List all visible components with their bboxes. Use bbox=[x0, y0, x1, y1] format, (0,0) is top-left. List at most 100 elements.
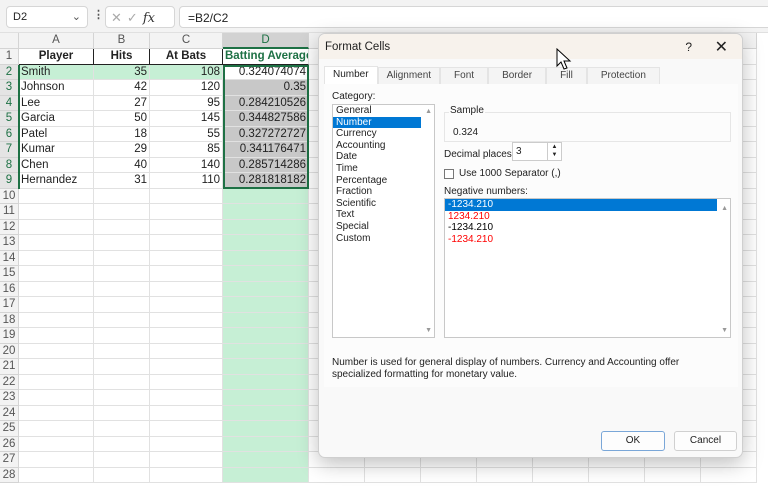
cell-D18[interactable] bbox=[223, 312, 309, 328]
cell-C26[interactable] bbox=[150, 436, 223, 452]
row-header-22[interactable]: 22 bbox=[0, 374, 19, 390]
negative-format-option[interactable]: -1234.210 bbox=[445, 234, 717, 246]
cell-C28[interactable] bbox=[150, 467, 223, 483]
cell-C19[interactable] bbox=[150, 328, 223, 344]
row-header-27[interactable]: 27 bbox=[0, 452, 19, 468]
row-header-6[interactable]: 6 bbox=[0, 126, 19, 142]
spin-arrows-icon[interactable]: ▲ ▼ bbox=[547, 143, 561, 160]
cell-F28[interactable] bbox=[365, 467, 421, 483]
cell-B16[interactable] bbox=[94, 281, 150, 297]
category-scientific[interactable]: Scientific bbox=[333, 198, 421, 210]
cell-B10[interactable] bbox=[94, 188, 150, 204]
cell-D17[interactable] bbox=[223, 297, 309, 313]
category-custom[interactable]: Custom bbox=[333, 233, 421, 245]
row-header-7[interactable]: 7 bbox=[0, 142, 19, 158]
cell-A1[interactable]: Player bbox=[19, 49, 94, 65]
cell-A25[interactable] bbox=[19, 421, 94, 437]
enter-icon[interactable]: ✓ bbox=[127, 10, 143, 25]
row-header-13[interactable]: 13 bbox=[0, 235, 19, 251]
column-header-A[interactable]: A bbox=[19, 33, 94, 49]
cell-A10[interactable] bbox=[19, 188, 94, 204]
cell-B25[interactable] bbox=[94, 421, 150, 437]
cell-B1[interactable]: Hits bbox=[94, 49, 150, 65]
cell-A22[interactable] bbox=[19, 374, 94, 390]
category-special[interactable]: Special bbox=[333, 221, 421, 233]
cell-B19[interactable] bbox=[94, 328, 150, 344]
negative-format-option[interactable]: 1234.210 bbox=[445, 211, 717, 223]
scroll-down-icon[interactable]: ▼ bbox=[721, 327, 728, 334]
cell-C7[interactable]: 85 bbox=[150, 142, 223, 158]
cell-E28[interactable] bbox=[309, 467, 365, 483]
category-general[interactable]: General bbox=[333, 105, 421, 117]
cell-B5[interactable]: 50 bbox=[94, 111, 150, 127]
cell-C17[interactable] bbox=[150, 297, 223, 313]
cell-B27[interactable] bbox=[94, 452, 150, 468]
row-header-28[interactable]: 28 bbox=[0, 467, 19, 483]
cell-A23[interactable] bbox=[19, 390, 94, 406]
decimal-places-stepper[interactable]: 3 ▲ ▼ bbox=[512, 142, 562, 161]
scroll-up-icon[interactable]: ▲ bbox=[721, 205, 728, 212]
cell-C1[interactable]: At Bats bbox=[150, 49, 223, 65]
cell-G28[interactable] bbox=[421, 467, 477, 483]
column-header-D[interactable]: D bbox=[223, 33, 309, 49]
cancel-button[interactable]: Cancel bbox=[674, 431, 737, 451]
cell-B6[interactable]: 18 bbox=[94, 126, 150, 142]
row-header-19[interactable]: 19 bbox=[0, 328, 19, 344]
cell-B13[interactable] bbox=[94, 235, 150, 251]
cell-D23[interactable] bbox=[223, 390, 309, 406]
separator-checkbox[interactable] bbox=[444, 169, 454, 179]
close-button[interactable]: ✕ bbox=[715, 37, 728, 57]
row-header-16[interactable]: 16 bbox=[0, 281, 19, 297]
more-icon[interactable]: ⋮ bbox=[93, 8, 104, 21]
cell-C12[interactable] bbox=[150, 219, 223, 235]
cell-B21[interactable] bbox=[94, 359, 150, 375]
chevron-down-icon[interactable]: ⌄ bbox=[72, 10, 81, 23]
cell-D1[interactable]: Batting Average bbox=[223, 49, 309, 65]
cell-B20[interactable] bbox=[94, 343, 150, 359]
column-header-C[interactable]: C bbox=[150, 33, 223, 49]
row-header-24[interactable]: 24 bbox=[0, 405, 19, 421]
cell-B18[interactable] bbox=[94, 312, 150, 328]
cell-B14[interactable] bbox=[94, 250, 150, 266]
tab-number[interactable]: Number bbox=[324, 66, 378, 85]
cell-D24[interactable] bbox=[223, 405, 309, 421]
row-header-5[interactable]: 5 bbox=[0, 111, 19, 127]
cell-C3[interactable]: 120 bbox=[150, 80, 223, 96]
cell-C24[interactable] bbox=[150, 405, 223, 421]
row-header-15[interactable]: 15 bbox=[0, 266, 19, 282]
cell-A4[interactable]: Lee bbox=[19, 95, 94, 111]
cell-C10[interactable] bbox=[150, 188, 223, 204]
cell-B17[interactable] bbox=[94, 297, 150, 313]
decimal-input[interactable]: 3 bbox=[516, 146, 522, 157]
cell-A16[interactable] bbox=[19, 281, 94, 297]
cell-B24[interactable] bbox=[94, 405, 150, 421]
cell-A17[interactable] bbox=[19, 297, 94, 313]
fx-icon[interactable]: fx bbox=[143, 11, 155, 26]
cell-B11[interactable] bbox=[94, 204, 150, 220]
cell-B9[interactable]: 31 bbox=[94, 173, 150, 189]
negative-format-option[interactable]: -1234.210 bbox=[445, 199, 717, 211]
cell-D10[interactable] bbox=[223, 188, 309, 204]
cell-C5[interactable]: 145 bbox=[150, 111, 223, 127]
cell-C20[interactable] bbox=[150, 343, 223, 359]
cell-A6[interactable]: Patel bbox=[19, 126, 94, 142]
category-currency[interactable]: Currency bbox=[333, 128, 421, 140]
cell-D25[interactable] bbox=[223, 421, 309, 437]
cell-B23[interactable] bbox=[94, 390, 150, 406]
cell-C23[interactable] bbox=[150, 390, 223, 406]
cell-I28[interactable] bbox=[533, 467, 589, 483]
cell-D13[interactable] bbox=[223, 235, 309, 251]
cell-D27[interactable] bbox=[223, 452, 309, 468]
row-header-11[interactable]: 11 bbox=[0, 204, 19, 220]
negative-format-option[interactable]: -1234.210 bbox=[445, 222, 717, 234]
cancel-icon[interactable]: ✕ bbox=[111, 10, 127, 25]
category-number[interactable]: Number bbox=[333, 116, 421, 129]
cell-J28[interactable] bbox=[589, 467, 645, 483]
cell-A5[interactable]: Garcia bbox=[19, 111, 94, 127]
row-header-12[interactable]: 12 bbox=[0, 219, 19, 235]
cell-B26[interactable] bbox=[94, 436, 150, 452]
row-header-26[interactable]: 26 bbox=[0, 436, 19, 452]
category-accounting[interactable]: Accounting bbox=[333, 140, 421, 152]
formula-input[interactable]: =B2/C2 bbox=[179, 6, 768, 28]
cell-B12[interactable] bbox=[94, 219, 150, 235]
